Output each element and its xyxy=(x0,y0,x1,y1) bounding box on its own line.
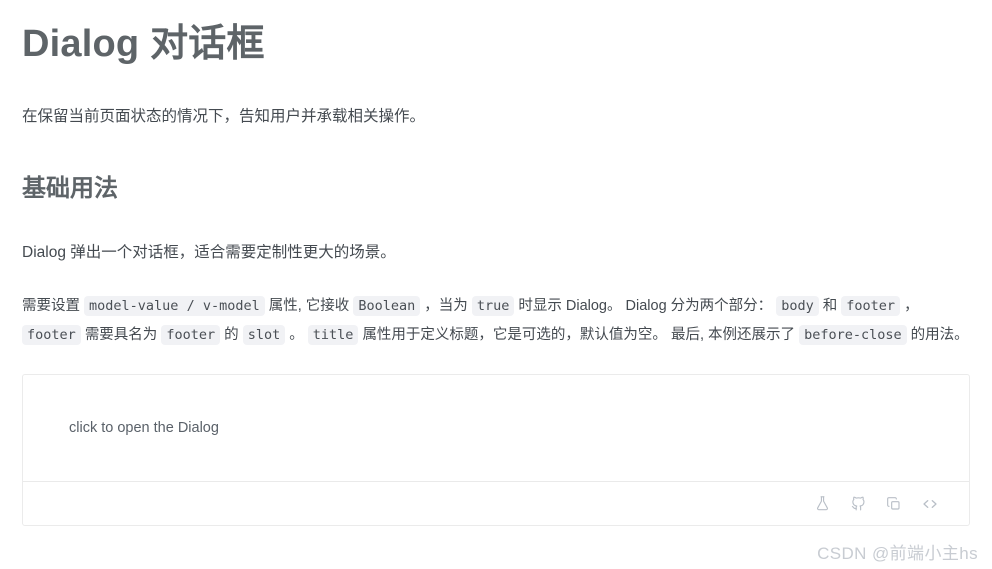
desc-text-7: 需要具名为 xyxy=(84,327,158,344)
code-chip-slot: slot xyxy=(242,325,286,346)
section-description: 需要设置 model-value / v-model 属性, 它接收 Boole… xyxy=(22,292,970,350)
code-chip-before-close: before-close xyxy=(799,325,907,346)
desc-text-9: 。 xyxy=(289,327,304,344)
doc-page: Dialog 对话框 在保留当前页面状态的情况下，告知用户并承载相关操作。 基础… xyxy=(0,0,992,527)
desc-text-3: ，当为 xyxy=(424,298,468,315)
section-heading-basic-usage: 基础用法 xyxy=(22,175,118,203)
desc-text-5: 和 xyxy=(822,298,838,315)
page-title: Dialog 对话框 xyxy=(22,23,265,65)
open-dialog-button[interactable]: click to open the Dialog xyxy=(69,418,219,438)
code-chip-model-value: model-value / v-model xyxy=(84,296,265,317)
demo-container: click to open the Dialog xyxy=(22,374,970,527)
desc-text-8: 的 xyxy=(224,327,239,344)
code-chip-title: title xyxy=(307,325,359,346)
code-chip-body: body xyxy=(776,296,819,317)
code-chip-footer-1: footer xyxy=(841,296,901,317)
copy-icon[interactable] xyxy=(883,493,905,515)
code-chip-boolean: Boolean xyxy=(353,296,421,317)
section-intro-text: Dialog 弹出一个对话框，适合需要定制性更大的场景。 xyxy=(22,243,396,261)
desc-text-1: 需要设置 xyxy=(22,298,80,315)
desc-text-6: ， xyxy=(904,298,919,315)
desc-text-2: 属性, 它接收 xyxy=(268,298,350,315)
code-chip-true: true xyxy=(471,296,515,317)
demo-preview-area: click to open the Dialog xyxy=(23,375,969,481)
desc-text-4: 时显示 Dialog。 Dialog 分为两个部分： xyxy=(518,298,773,315)
code-icon[interactable] xyxy=(919,493,941,515)
desc-text-10: 属性用于定义标题，它是可选的，默认值为空。 最后, 本例还展示了 xyxy=(362,327,796,344)
flask-icon[interactable] xyxy=(811,493,833,515)
code-chip-footer-2: footer xyxy=(22,325,81,346)
code-chip-footer-3: footer xyxy=(161,325,221,346)
github-icon[interactable] xyxy=(847,493,869,515)
page-lead-text: 在保留当前页面状态的情况下，告知用户并承载相关操作。 xyxy=(22,107,426,125)
desc-text-11: 的用法。 xyxy=(910,327,969,344)
demo-action-bar xyxy=(23,481,969,525)
csdn-watermark: CSDN @前端小主hs xyxy=(817,544,978,563)
